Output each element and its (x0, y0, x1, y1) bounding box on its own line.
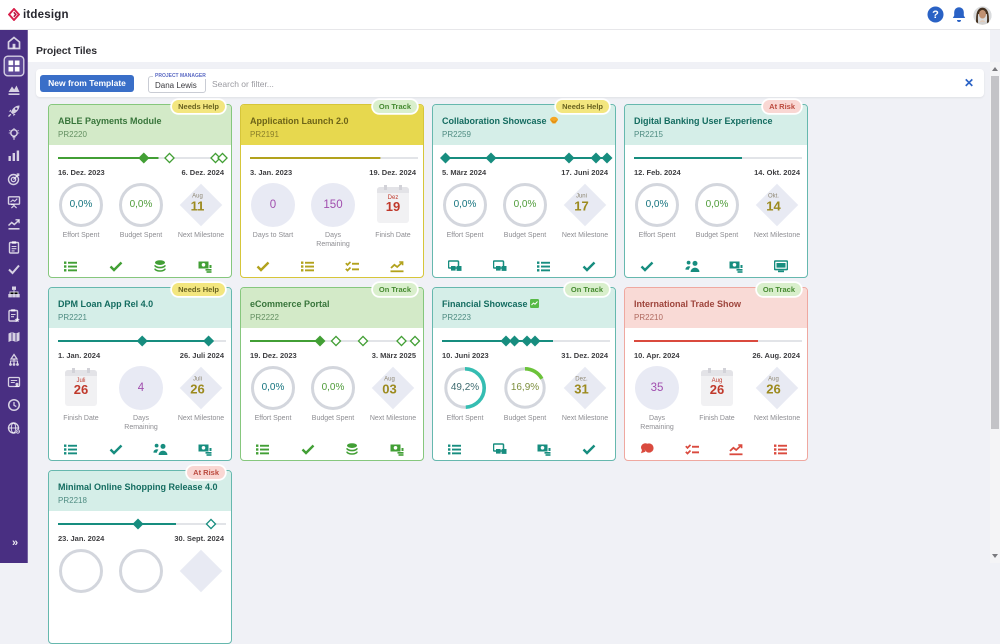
svg-text:?: ? (932, 9, 939, 21)
